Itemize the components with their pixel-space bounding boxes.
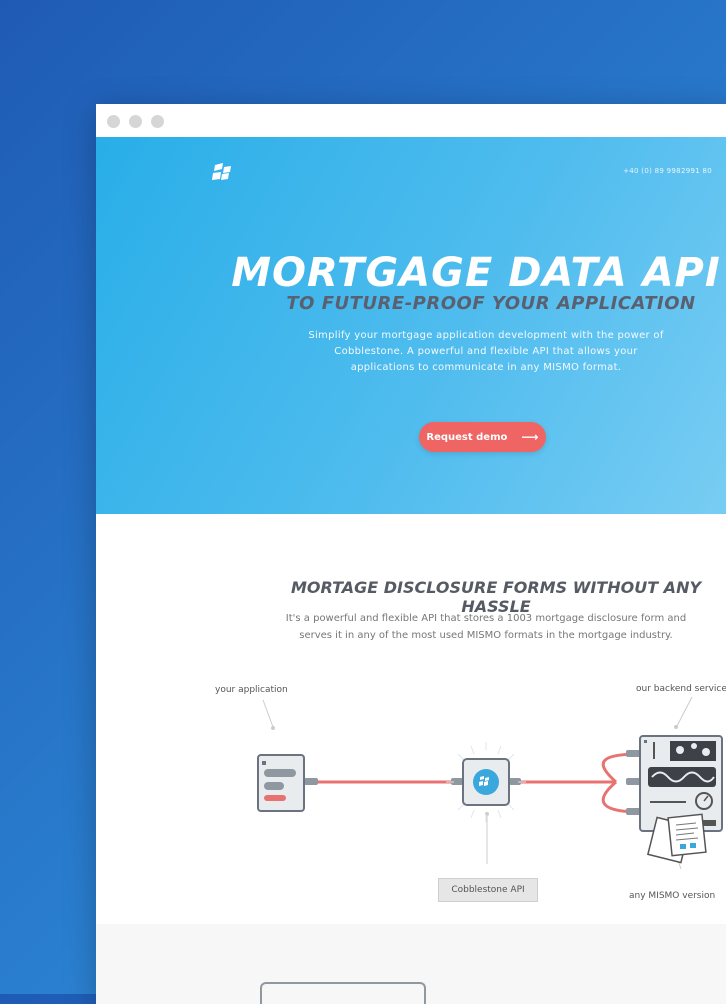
label-mismo-version: any MISMO version	[629, 891, 716, 901]
window-titlebar	[96, 104, 726, 138]
backend-pointer-line	[676, 696, 693, 727]
device-frame-illustration	[260, 982, 426, 1004]
application-device-icon	[257, 754, 305, 812]
request-demo-button[interactable]: Request demo ⟶	[419, 422, 546, 452]
architecture-diagram	[257, 696, 723, 870]
label-your-application: your application	[215, 685, 288, 695]
feature-section: MORTAGE DISCLOSURE FORMS WITHOUT ANY HAS…	[96, 514, 726, 924]
hero-section: +40 (0) 89 9982991 80 MORTGAGE DATA API …	[96, 137, 726, 514]
hero-description: Simplify your mortgage application devel…	[308, 330, 664, 373]
request-demo-label: Request demo	[426, 431, 508, 443]
window-minimize-button[interactable]	[129, 115, 142, 128]
arrow-right-icon: ⟶	[521, 430, 539, 444]
hero-subtitle: TO FUTURE-PROOF YOUR APPLICATION	[286, 293, 696, 314]
cobblestone-logo-icon[interactable]	[212, 163, 232, 181]
phone-number[interactable]: +40 (0) 89 9982991 80	[623, 167, 712, 175]
mismo-documents-icon	[646, 813, 707, 864]
window-close-button[interactable]	[107, 115, 120, 128]
label-backend-service: our backend service	[636, 684, 726, 694]
next-section	[96, 924, 726, 1004]
app-pointer-line	[262, 699, 274, 728]
browser-window: +40 (0) 89 9982991 80 MORTGAGE DATA API …	[96, 104, 726, 1004]
hero-title: MORTGAGE DATA API	[231, 250, 721, 296]
window-maximize-button[interactable]	[151, 115, 164, 128]
label-cobblestone-api: Cobblestone API	[438, 878, 538, 902]
